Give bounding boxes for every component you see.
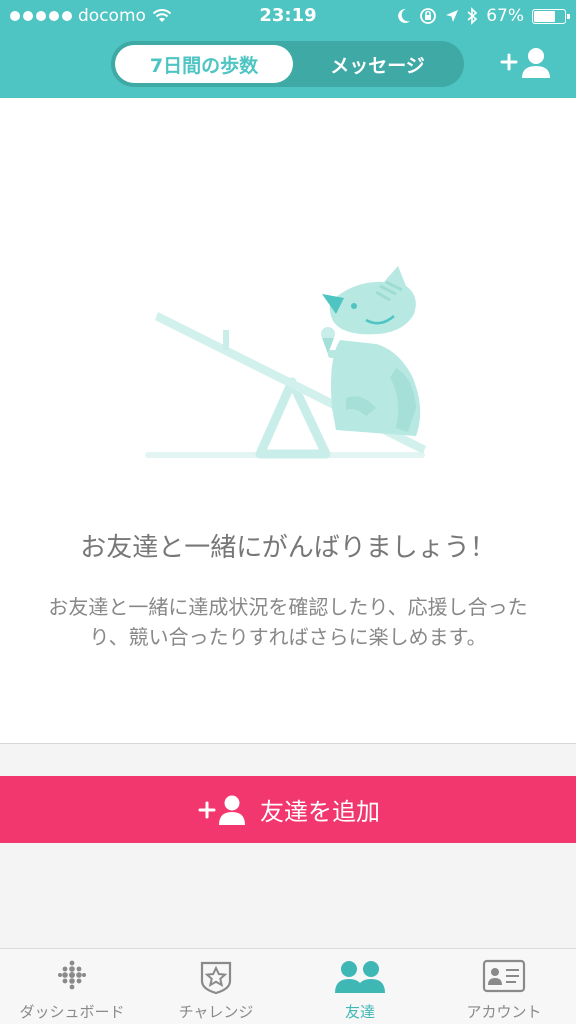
orientation-lock-icon: [420, 8, 437, 24]
status-right: 67%: [397, 6, 570, 26]
empty-state-headline: お友達と一緒にがんばりましょう！: [80, 533, 496, 563]
app-header: docomo 23:19 67% 7日間の歩数 メッセージ: [0, 0, 576, 98]
tab-account-label: アカウント: [466, 1003, 542, 1021]
star-badge-icon: [200, 961, 232, 995]
tab-friends[interactable]: 友達: [288, 949, 432, 1024]
bluetooth-icon: [467, 7, 478, 25]
tab-friends-label: 友達: [344, 1003, 375, 1021]
tab-dashboard-label: ダッシュボード: [19, 1003, 125, 1021]
add-person-icon[interactable]: [498, 44, 554, 82]
dashboard-dots-icon: [58, 960, 86, 990]
battery-percent: 67%: [486, 6, 524, 26]
location-arrow-icon: [446, 10, 459, 22]
id-card-icon: [482, 959, 526, 993]
battery-icon: [532, 8, 570, 24]
tab-challenge-label: チャレンジ: [178, 1003, 254, 1021]
add-person-icon: [198, 795, 245, 825]
status-bar: docomo 23:19 67%: [0, 0, 576, 34]
segmented-control: 7日間の歩数 メッセージ: [111, 41, 464, 87]
moon-icon: [398, 8, 411, 23]
tab-weekly-steps[interactable]: 7日間の歩数: [115, 45, 293, 83]
friends-icon: [335, 961, 385, 993]
tab-account[interactable]: アカウント: [432, 949, 576, 1024]
tab-challenge[interactable]: チャレンジ: [144, 949, 288, 1024]
footer-area: [0, 744, 576, 948]
tab-messages[interactable]: メッセージ: [295, 45, 460, 83]
fox-seesaw-icon: [145, 266, 426, 459]
add-friend-label: 友達を追加: [260, 799, 380, 826]
empty-state-description: お友達と一緒に達成状況を確認したり、応援し合ったり、競い合ったりすればさらに楽し…: [48, 595, 528, 649]
tab-bar: ダッシュボード チャレンジ 友達 アカウント: [0, 948, 576, 1024]
tab-dashboard[interactable]: ダッシュボード: [0, 949, 144, 1024]
add-friend-button[interactable]: 友達を追加: [0, 776, 576, 843]
